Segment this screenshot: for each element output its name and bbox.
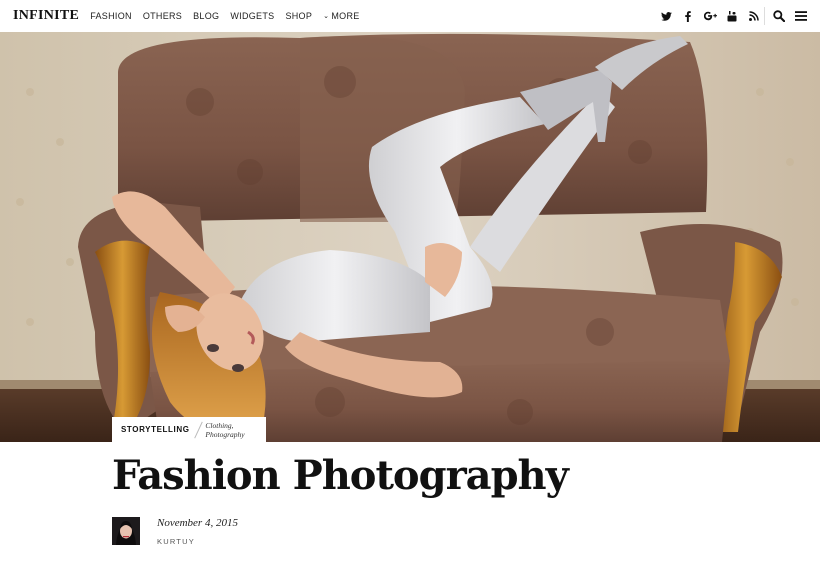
- chevron-down-icon: ⌄: [323, 13, 330, 20]
- site-logo[interactable]: INFINITE: [13, 8, 79, 24]
- author-avatar[interactable]: [112, 517, 140, 545]
- nav-item-more-label: MORE: [331, 11, 360, 21]
- post-tags[interactable]: Clothing, Photography: [205, 421, 266, 439]
- youtube-icon[interactable]: [721, 10, 743, 22]
- nav-item-blog[interactable]: BLOG: [193, 11, 219, 21]
- facebook-icon[interactable]: [677, 10, 699, 22]
- nav-item-others[interactable]: OTHERS: [143, 11, 182, 21]
- post-date: November 4, 2015: [157, 517, 238, 529]
- header-divider: [764, 7, 765, 25]
- menu-icon[interactable]: [793, 0, 809, 32]
- nav-item-widgets[interactable]: WIDGETS: [230, 11, 274, 21]
- hero-image[interactable]: [0, 32, 820, 442]
- search-icon[interactable]: [771, 0, 787, 32]
- nav-item-fashion[interactable]: FASHION: [90, 11, 132, 21]
- top-navigation-bar: INFINITE FASHION OTHERS BLOG WIDGETS SHO…: [0, 0, 820, 32]
- nav-item-shop[interactable]: SHOP: [285, 11, 312, 21]
- main-menu: FASHION OTHERS BLOG WIDGETS SHOP ⌄ MORE: [90, 11, 370, 21]
- twitter-icon[interactable]: [655, 11, 677, 21]
- rss-icon[interactable]: [743, 11, 765, 21]
- google-plus-icon[interactable]: [699, 11, 721, 21]
- nav-item-more[interactable]: ⌄ MORE: [323, 11, 359, 21]
- category-separator: [193, 421, 203, 438]
- category-link[interactable]: STORYTELLING: [121, 425, 190, 434]
- post-author[interactable]: KURTUY: [157, 537, 195, 546]
- social-links: [655, 0, 765, 32]
- post-category-tab: STORYTELLING Clothing, Photography: [112, 417, 266, 442]
- post-title: Fashion Photography: [112, 452, 569, 499]
